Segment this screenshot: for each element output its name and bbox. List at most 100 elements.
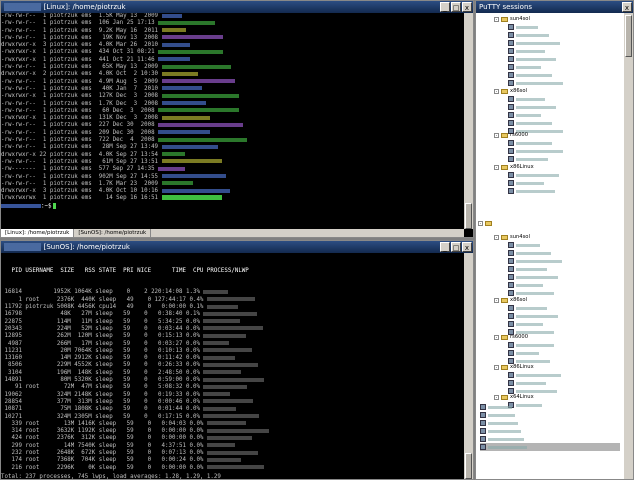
maximize-button[interactable]: □ [451,242,461,252]
tree-scrollbar-thumb[interactable] [625,15,632,57]
linux-terminal-scrollbar[interactable] [464,13,473,229]
expand-icon[interactable]: - [494,234,499,240]
tree-session[interactable] [480,427,521,435]
tree-session[interactable] [508,119,552,127]
tree-session[interactable] [508,320,543,328]
sunos-terminal-window[interactable]: piotrzuk01 [SunOS]: /home/piotrzuk _ □ x… [0,240,474,480]
linux-terminal-title-host: piotrzuk01 [4,3,42,11]
redacted-session-name [516,251,551,255]
sunos-terminal-scrollbar[interactable] [464,253,473,479]
ls-line: -rw-rw-r-- 1 piotrzuk ems 9.2K May 16 20… [1,28,464,35]
tree-session[interactable] [508,39,560,47]
tree-session[interactable] [508,379,546,387]
tree-session[interactable] [508,281,543,289]
tree-session[interactable] [480,419,518,427]
tree-session[interactable] [480,435,524,443]
redacted-process-name [206,457,241,462]
session-icon [480,404,486,410]
tree-session[interactable] [480,403,512,411]
putty-sessions-window[interactable]: PuTTY sessions x - - - sun4sol - x86sol - rs600… [475,0,634,480]
tree-session[interactable] [508,273,558,281]
tree-session[interactable] [508,187,555,195]
tree-folder[interactable]: - x86Linux [494,363,534,371]
shell-prompt[interactable]: :~$ [1,202,464,211]
tree-session[interactable] [508,103,556,111]
tree-session[interactable] [480,411,515,419]
sunos-scrollbar-thumb[interactable] [465,453,472,479]
minimize-button[interactable]: _ [440,242,450,252]
tree-session[interactable] [508,312,558,320]
tab-sunos[interactable]: [SunOS]: /home/piotrzuk [74,229,152,237]
tree-folder[interactable]: - sun4sol [494,15,530,23]
tree-session[interactable] [508,95,545,103]
expand-icon[interactable]: - [494,334,499,340]
tree-session[interactable] [508,304,547,312]
tree-folder[interactable]: - x86Linux [494,163,534,171]
tree-session[interactable] [508,55,556,63]
redacted-filename [161,35,223,40]
redacted-filename [161,86,202,91]
tree-folder[interactable]: - rs6000 [494,131,528,139]
linux-terminal-titlebar[interactable]: piotrzuk01 [Linux]: /home/piotrzuk _ □ x [1,1,473,13]
tree-session[interactable] [508,401,542,409]
session-tree-scrollbar[interactable] [624,13,633,479]
expand-icon[interactable]: - [478,220,483,226]
ls-line-text: -rw-rw-r-- 1 piotrzuk ems 19K Nov 13 200… [1,34,162,41]
ls-line: -rw-rw-r-- 1 piotrzuk ems 902M Sep 27 14… [1,174,464,181]
tree-root-folder[interactable]: - [478,219,494,227]
tree-session[interactable] [508,139,552,147]
redacted-process-name [203,399,254,404]
tree-session[interactable] [508,79,563,87]
linux-scrollbar-thumb[interactable] [465,203,472,229]
ls-line: -rw-rw-r-- 1 piotrzuk ems 4.9M Aug 5 200… [1,79,464,86]
process-row: 12895 262M 120M sleep 59 0 0:15:13 0.0% [1,333,464,340]
tree-session[interactable] [508,111,541,119]
tree-session[interactable] [508,349,539,357]
tree-folder[interactable]: - sun4sol [494,233,530,241]
expand-icon[interactable]: - [494,132,499,138]
tree-session[interactable] [508,147,563,155]
close-button[interactable]: x [622,2,632,12]
tree-session[interactable] [508,71,552,79]
maximize-button[interactable]: □ [451,2,461,12]
tree-session[interactable] [508,265,547,273]
tree-session[interactable] [508,23,538,31]
tree-folder[interactable]: - rs6000 [494,333,528,341]
putty-sessions-titlebar[interactable]: PuTTY sessions x [476,1,633,13]
expand-icon[interactable]: - [494,297,499,303]
tree-session[interactable] [508,63,541,71]
tree-session[interactable] [508,171,559,179]
sunos-terminal-output[interactable]: PID USERNAME SIZE RSS STATE PRI NICE TIM… [1,253,464,479]
tree-session[interactable] [508,31,549,39]
minimize-button[interactable]: _ [440,2,450,12]
tree-session[interactable] [508,257,562,265]
ls-line: drwxrwxr-x 3 piotrzuk ems 4.0K Oct 10 10… [1,188,464,195]
close-button[interactable]: x [462,2,472,12]
ls-line: -rwxrwxr-x 1 piotrzuk ems 441 Oct 21 11:… [1,57,464,64]
expand-icon[interactable]: - [494,16,499,22]
tree-session[interactable] [480,443,620,451]
ls-line-text: drwxrwxr-x 3 piotrzuk ems 4.0K Oct 10 10… [1,188,162,195]
session-tree[interactable]: - - - sun4sol - x86sol - rs6000 - x86Linux - sun4so… [476,13,624,479]
tree-folder[interactable]: - x64Linux [494,393,534,401]
tree-session[interactable] [508,155,548,163]
process-row-text: 16798 48K 27M sleep 59 0 0:38:40 0.1% [1,311,204,318]
expand-icon[interactable]: - [494,394,499,400]
tree-folder[interactable]: - x86sol [494,87,527,95]
tree-session[interactable] [508,341,554,349]
expand-icon[interactable]: - [494,164,499,170]
expand-icon[interactable]: - [494,88,499,94]
sunos-terminal-titlebar[interactable]: piotrzuk01 [SunOS]: /home/piotrzuk _ □ x [1,241,473,253]
tree-folder[interactable]: - x86sol [494,296,527,304]
close-button[interactable]: x [462,242,472,252]
linux-terminal-window[interactable]: piotrzuk01 [Linux]: /home/piotrzuk _ □ x… [0,0,474,238]
tab-linux[interactable]: [Linux]: /home/piotrzuk [1,229,75,237]
tree-session[interactable] [508,241,540,249]
process-row: 91 root 72M 47M sleep 59 0 5:08:32 0.0% [1,384,464,391]
linux-terminal-output[interactable]: -rw-rw-r-- 1 piotrzuk ems 1.5K May 13 20… [1,13,464,229]
tree-session[interactable] [508,47,545,55]
tree-session[interactable] [508,371,561,379]
tree-session[interactable] [508,249,551,257]
expand-icon[interactable]: - [494,364,499,370]
tree-session[interactable] [508,179,544,187]
